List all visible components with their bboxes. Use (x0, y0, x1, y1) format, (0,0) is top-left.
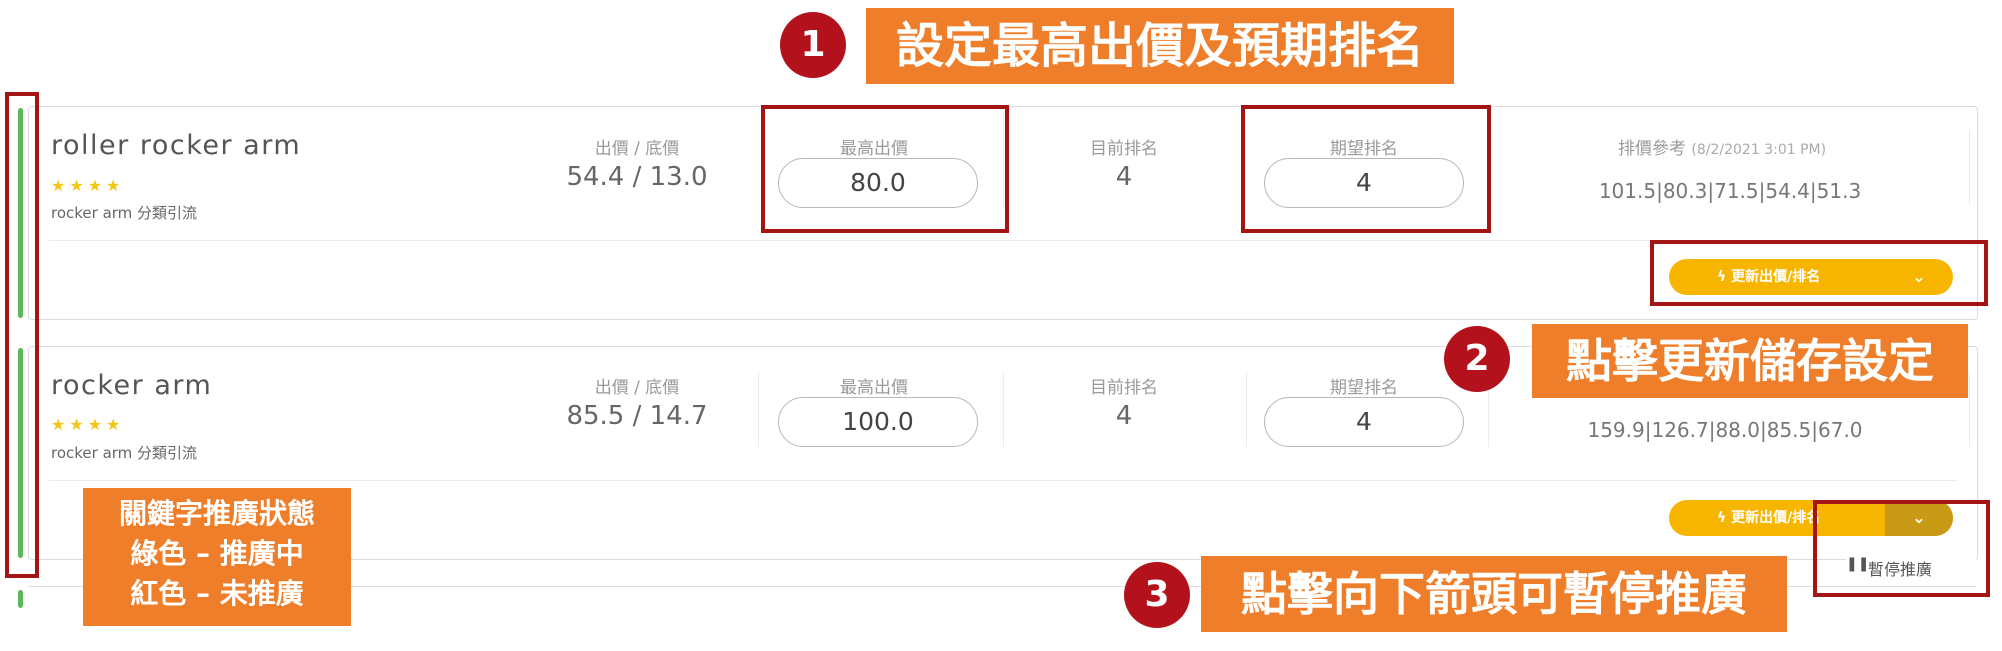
status-legend-green: 綠色 – 推廣中 (130, 537, 304, 570)
bid-reference-header: 排價參考 (8/2/2021 3:01 PM) (1618, 134, 1826, 159)
step-3-badge: 3 (1124, 562, 1190, 628)
bid-floor-label: 出價 / 底價 (594, 139, 680, 159)
status-indicator-active (18, 590, 23, 608)
max-bid-label: 最高出價 (840, 378, 908, 398)
step-2-badge: 2 (1444, 326, 1510, 392)
bid-reference-label: 排價參考 (1618, 139, 1686, 159)
status-legend-title: 關鍵字推廣狀態 (118, 497, 315, 530)
update-button-label: 更新出價/排名 (1731, 510, 1821, 526)
max-bid-highlight (761, 105, 1009, 233)
column-divider (1246, 372, 1247, 447)
keyword-title: rocker arm (51, 370, 213, 401)
status-bar-highlight (5, 92, 39, 578)
dropdown-highlight (1813, 500, 1990, 597)
status-legend: 關鍵字推廣狀態 綠色 – 推廣中 紅色 – 未推廣 (83, 488, 351, 626)
status-legend-red: 紅色 – 未推廣 (130, 577, 304, 610)
keyword-subtitle: rocker arm 分類引流 (51, 444, 198, 462)
step-2-label: 點擊更新儲存設定 (1532, 324, 1968, 398)
bid-floor-value: 54.4 / 13.0 (566, 162, 708, 192)
expected-rank-label: 期望排名 (1330, 378, 1398, 398)
keyword-title: roller rocker arm (51, 130, 302, 161)
bid-reference-values: 101.5|80.3|71.5|54.4|51.3 (1598, 179, 1862, 203)
step-1-badge: 1 (780, 12, 846, 78)
rating-stars: ★★★★ (51, 415, 125, 434)
rating-stars: ★★★★ (51, 176, 125, 195)
update-button-highlight (1650, 240, 1988, 306)
update-button-content: ϟ 更新出價/排名 (1717, 500, 1820, 536)
keyword-subtitle: rocker arm 分類引流 (51, 204, 198, 222)
expected-rank-input[interactable] (1264, 397, 1464, 447)
current-rank-label: 目前排名 (1090, 378, 1158, 398)
column-divider (1003, 372, 1004, 447)
bid-floor-value: 85.5 / 14.7 (566, 401, 708, 431)
step-3-label: 點擊向下箭頭可暫停推廣 (1201, 556, 1787, 632)
column-divider (1969, 130, 1970, 205)
bid-reference-time: (8/2/2021 3:01 PM) (1691, 142, 1827, 158)
current-rank-value: 4 (1115, 401, 1133, 431)
max-bid-input[interactable] (778, 397, 978, 447)
lightning-icon: ϟ (1717, 510, 1727, 526)
current-rank-value: 4 (1115, 162, 1133, 192)
card-divider (49, 480, 1957, 481)
column-divider (1969, 372, 1970, 447)
expected-rank-highlight (1241, 105, 1491, 233)
bid-reference-values: 159.9|126.7|88.0|85.5|67.0 (1587, 418, 1863, 442)
column-divider (758, 372, 759, 447)
bid-floor-label: 出價 / 底價 (594, 378, 680, 398)
current-rank-label: 目前排名 (1090, 139, 1158, 159)
step-1-label: 設定最高出價及預期排名 (866, 8, 1454, 84)
